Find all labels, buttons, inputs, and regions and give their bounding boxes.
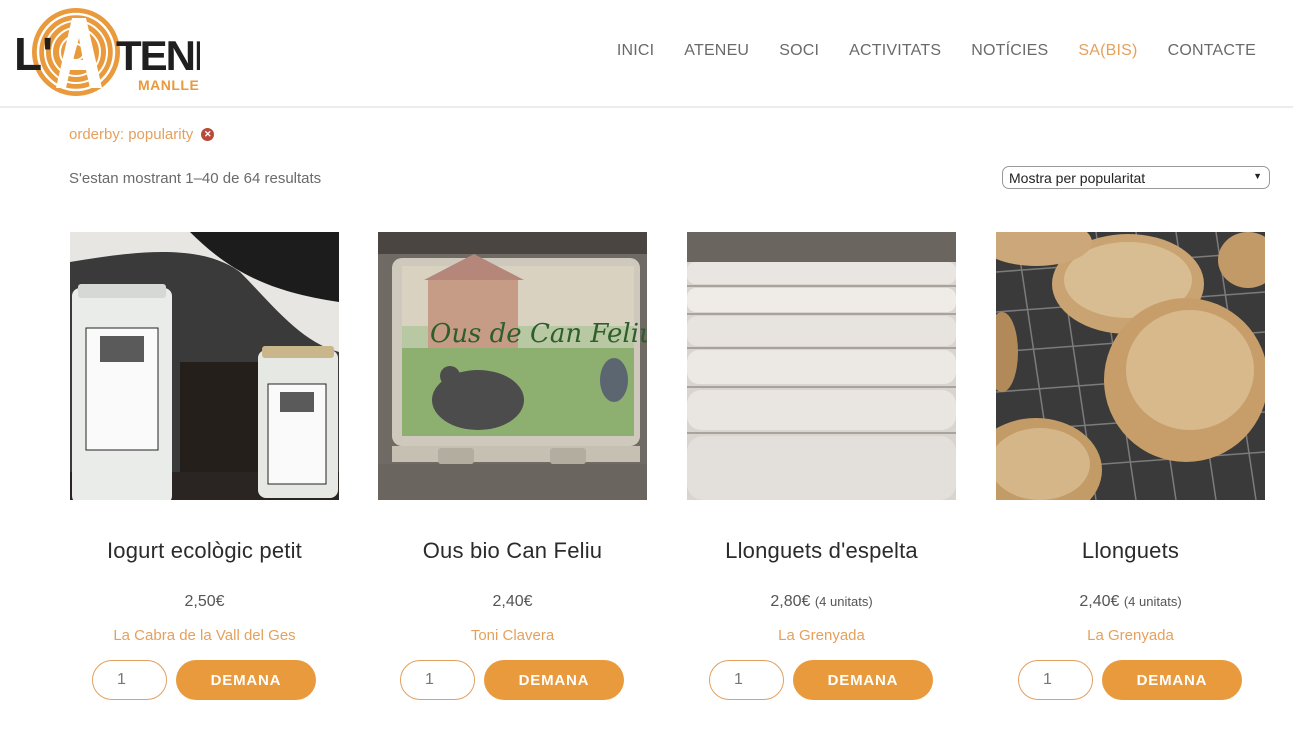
ordering-select[interactable]: Mostra per popularitat ▼ [1002,166,1270,189]
nav-item-ateneu[interactable]: ATENEU [684,42,749,60]
product-actions: DEMANA [400,660,624,700]
ateneu-logo-icon: L' TENEU MANLLEU [14,8,200,96]
result-count: S'estan mostrant 1–40 de 64 resultats [69,170,322,187]
product-title[interactable]: Ous bio Can Feliu [378,538,647,564]
product-price: 2,40€ (4 unitats) [996,593,1265,611]
bread-rolls-photo [996,232,1265,500]
active-filter[interactable]: orderby: popularity ✕ [69,126,215,143]
product-image[interactable] [996,232,1265,500]
price-value: 2,50€ [184,593,225,610]
product-image[interactable] [687,232,956,500]
product-vendor[interactable]: Toni Clavera [378,627,647,644]
product-price: 2,40€ [378,593,647,611]
product-image[interactable] [70,232,339,500]
product-price: 2,50€ [70,593,339,611]
order-button[interactable]: DEMANA [793,660,933,700]
nav-item-activitats[interactable]: ACTIVITATS [849,42,941,60]
close-circle-icon[interactable]: ✕ [201,128,215,141]
main-nav: INICI ATENEU SOCI ACTIVITATS NOTÍCIES SA… [587,42,1256,60]
product-title[interactable]: Iogurt ecològic petit [70,538,339,564]
egg-carton-photo: Ous de Can Feliu [378,232,647,500]
svg-text:MANLLEU: MANLLEU [138,77,200,93]
product-card: Ous de Can Feliu Ous bio Can Feliu 2,40€… [378,232,647,700]
nav-item-sabis[interactable]: SA(BIS) [1078,42,1137,60]
price-unit: (4 unitats) [1123,594,1182,609]
order-button[interactable]: DEMANA [484,660,624,700]
svg-text:TENEU: TENEU [116,32,200,79]
quantity-input[interactable] [400,660,475,700]
product-card: Llonguets 2,40€ (4 unitats) La Grenyada … [996,232,1265,700]
nav-item-contacte[interactable]: CONTACTE [1168,42,1256,60]
site-logo[interactable]: L' TENEU MANLLEU [14,6,200,98]
product-actions: DEMANA [709,660,933,700]
nav-item-noticies[interactable]: NOTÍCIES [971,42,1048,60]
product-actions: DEMANA [1018,660,1242,700]
price-value: 2,40€ [1079,593,1120,610]
product-vendor[interactable]: La Cabra de la Vall del Ges [70,627,339,644]
dropdown-arrow-icon: ▼ [1253,171,1262,181]
product-actions: DEMANA [92,660,316,700]
svg-text:Ous de Can Feliu: Ous de Can Feliu [430,319,647,349]
site-header: L' TENEU MANLLEU INICI ATENEU SOCI ACTIV… [0,0,1293,108]
quantity-input[interactable] [709,660,784,700]
price-value: 2,40€ [492,593,533,610]
product-title[interactable]: Llonguets d'espelta [687,538,956,564]
order-button[interactable]: DEMANA [176,660,316,700]
product-vendor[interactable]: La Grenyada [996,627,1265,644]
product-vendor[interactable]: La Grenyada [687,627,956,644]
nav-item-soci[interactable]: SOCI [779,42,819,60]
product-card: Iogurt ecològic petit 2,50€ La Cabra de … [70,232,339,700]
product-image[interactable]: Ous de Can Feliu [378,232,647,500]
product-card: Llonguets d'espelta 2,80€ (4 unitats) La… [687,232,956,700]
svg-text:L': L' [14,28,53,80]
product-price: 2,80€ (4 unitats) [687,593,956,611]
yogurt-jars-photo [70,232,339,500]
order-button[interactable]: DEMANA [1102,660,1242,700]
price-value: 2,80€ [770,593,811,610]
bread-dough-photo [687,232,956,500]
price-unit: (4 unitats) [814,594,873,609]
ordering-selected-value: Mostra per popularitat [1009,169,1146,186]
product-title[interactable]: Llonguets [996,538,1265,564]
quantity-input[interactable] [92,660,167,700]
quantity-input[interactable] [1018,660,1093,700]
active-filter-label[interactable]: orderby: popularity [69,126,193,143]
nav-item-inici[interactable]: INICI [617,42,654,60]
